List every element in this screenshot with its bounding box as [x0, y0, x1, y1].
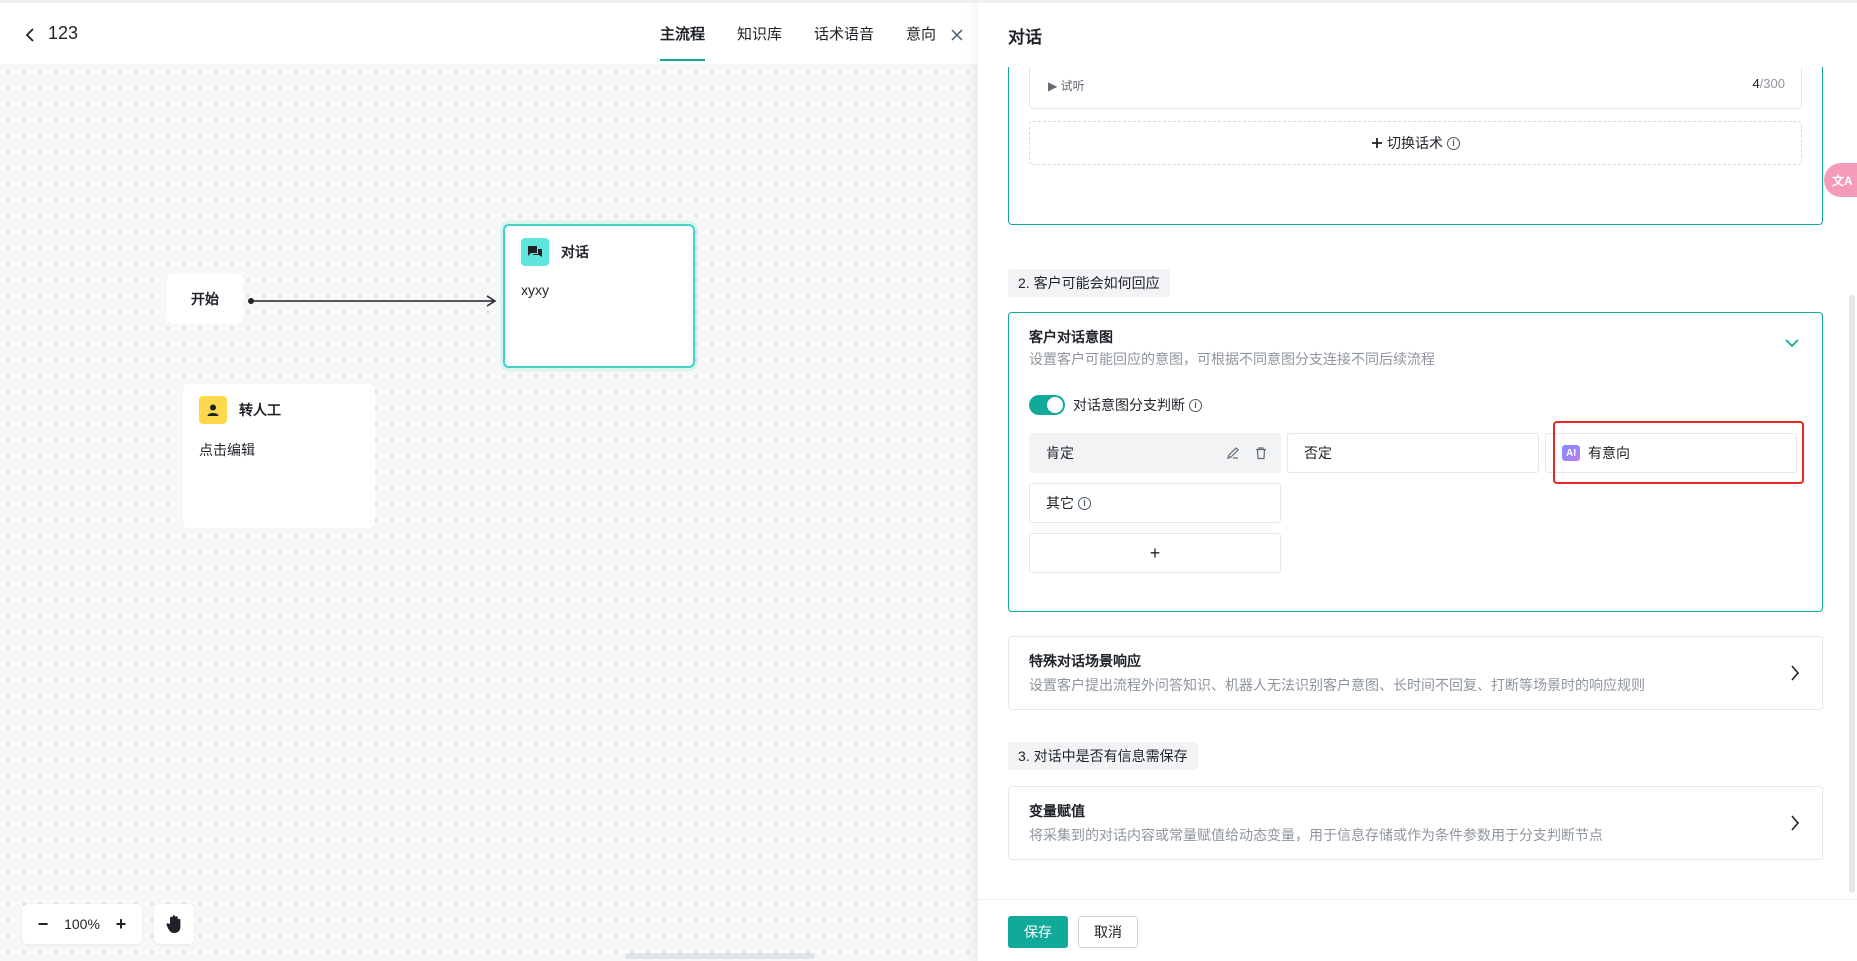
listen-button[interactable]: ▶ 试听 — [1048, 77, 1085, 94]
variable-card-subtitle: 将采集到的对话内容或常量赋值给动态变量，用于信息存储或作为条件参数用于分支判断节… — [1029, 827, 1603, 843]
start-node[interactable]: 开始 — [167, 274, 243, 324]
tab-main-flow[interactable]: 主流程 — [660, 3, 706, 67]
script-card: ▶ 试听 4/300 切换话术 i — [1008, 67, 1823, 225]
hand-icon — [166, 915, 181, 933]
intent-card: 客户对话意图 设置客户可能回应的意图，可根据不同意图分支连接不同后续流程 对话意… — [1008, 312, 1823, 612]
dialog-node[interactable]: 对话 xyxy — [503, 224, 695, 368]
translate-icon[interactable]: 文A — [1824, 163, 1857, 197]
script-audio-row: ▶ 试听 4/300 — [1029, 67, 1802, 109]
switch-script-label: 切换话术 — [1387, 135, 1443, 151]
plus-icon — [1372, 138, 1382, 148]
transfer-human-node[interactable]: 转人工 点击编辑 — [183, 384, 375, 528]
tab-bar: 主流程 知识库 话术语音 意向 — [660, 3, 968, 67]
info-icon[interactable]: i — [1189, 398, 1202, 412]
canvas-header: 123 主流程 知识库 话术语音 意向 — [0, 0, 978, 64]
flow-edge — [248, 295, 497, 307]
panel-vertical-scrollbar[interactable] — [1849, 295, 1855, 893]
tab-knowledge-base[interactable]: 知识库 — [737, 3, 782, 67]
special-scene-card[interactable]: 特殊对话场景响应 设置客户提出流程外问答知识、机器人无法识别客户意图、长时间不回… — [1008, 636, 1823, 710]
chevron-down-icon — [1785, 339, 1799, 348]
zoom-level: 100% — [64, 916, 100, 932]
save-button[interactable]: 保存 — [1008, 916, 1068, 948]
ai-badge-icon: AI — [1562, 445, 1580, 461]
flow-canvas[interactable]: 开始 对话 xyxy 转人工 点击编辑 — [0, 64, 978, 961]
zoom-in-button[interactable]: + — [112, 914, 130, 935]
user-icon — [199, 396, 227, 424]
chevron-right-icon — [1790, 664, 1800, 687]
human-node-head: 转人工 — [199, 396, 281, 424]
intent-other[interactable]: 其它 i — [1029, 483, 1281, 523]
add-intent-button[interactable]: + — [1029, 533, 1281, 573]
node-config-panel: 对话 ▶ 试听 4/300 切换话术 i 2. 客户可能会如何回应 客户对话意图… — [978, 0, 1857, 961]
chat-icon — [521, 238, 549, 266]
intent-tools — [1226, 446, 1268, 460]
tab-script-voice[interactable]: 话术语音 — [814, 3, 874, 67]
char-counter: 4/300 — [1752, 76, 1785, 91]
info-icon[interactable]: i — [1447, 136, 1460, 150]
dialog-node-title: 对话 — [561, 244, 589, 260]
special-card-title: 特殊对话场景响应 — [1029, 653, 1141, 669]
info-icon[interactable]: i — [1078, 496, 1091, 510]
zoom-out-button[interactable]: − — [34, 914, 52, 935]
close-icon — [951, 29, 963, 41]
variable-assign-card[interactable]: 变量赋值 将采集到的对话内容或常量赋值给动态变量，用于信息存储或作为条件参数用于… — [1008, 786, 1823, 860]
intent-interested[interactable]: AI 有意向 — [1545, 433, 1797, 473]
panel-footer: 保存 取消 — [978, 899, 1857, 961]
close-button[interactable] — [937, 17, 977, 53]
collapse-button[interactable] — [1784, 335, 1800, 353]
panel-title: 对话 — [1008, 28, 1042, 47]
intent-positive[interactable]: 肯定 — [1029, 433, 1281, 473]
intent-label: 否定 — [1304, 445, 1332, 461]
chevron-right-icon — [1790, 814, 1800, 837]
intent-label: 其它 — [1046, 495, 1074, 511]
switch-script-button[interactable]: 切换话术 i — [1029, 121, 1802, 165]
special-card-subtitle: 设置客户提出流程外问答知识、机器人无法识别客户意图、长时间不回复、打断等场景时的… — [1029, 677, 1645, 693]
human-node-body: 点击编辑 — [199, 442, 255, 458]
intent-negative[interactable]: 否定 — [1287, 433, 1539, 473]
variable-card-title: 变量赋值 — [1029, 803, 1085, 819]
flow-name: 123 — [48, 23, 79, 43]
delete-icon[interactable] — [1254, 446, 1268, 460]
intent-card-subtitle: 设置客户可能回应的意图，可根据不同意图分支连接不同后续流程 — [1029, 351, 1435, 367]
dialog-node-body: xyxy — [521, 282, 549, 298]
panel-scroll-area[interactable]: ▶ 试听 4/300 切换话术 i 2. 客户可能会如何回应 客户对话意图 设置… — [978, 67, 1857, 899]
back-button[interactable] — [20, 25, 40, 45]
dialog-node-head: 对话 — [521, 238, 589, 266]
zoom-control: − 100% + — [22, 904, 142, 944]
intent-label: 有意向 — [1588, 445, 1630, 461]
toggle-label: 对话意图分支判断 — [1073, 397, 1185, 413]
char-count: 4 — [1752, 76, 1760, 91]
canvas-horizontal-scrollbar[interactable] — [625, 953, 815, 959]
section-2-label: 2. 客户可能会如何回应 — [1008, 269, 1170, 297]
chevron-left-icon — [25, 28, 34, 42]
intent-branch-toggle[interactable] — [1029, 395, 1065, 415]
cancel-button[interactable]: 取消 — [1078, 916, 1138, 948]
section-3-label: 3. 对话中是否有信息需保存 — [1008, 742, 1198, 770]
human-node-title: 转人工 — [239, 402, 281, 418]
intent-label: 肯定 — [1046, 445, 1074, 461]
intent-branch-toggle-row: 对话意图分支判断 i — [1029, 395, 1202, 415]
tab-intent[interactable]: 意向 — [906, 3, 936, 67]
char-max: /300 — [1759, 76, 1785, 91]
edit-icon[interactable] — [1226, 446, 1240, 460]
pan-tool-button[interactable] — [154, 904, 194, 944]
intent-card-title: 客户对话意图 — [1029, 329, 1113, 345]
